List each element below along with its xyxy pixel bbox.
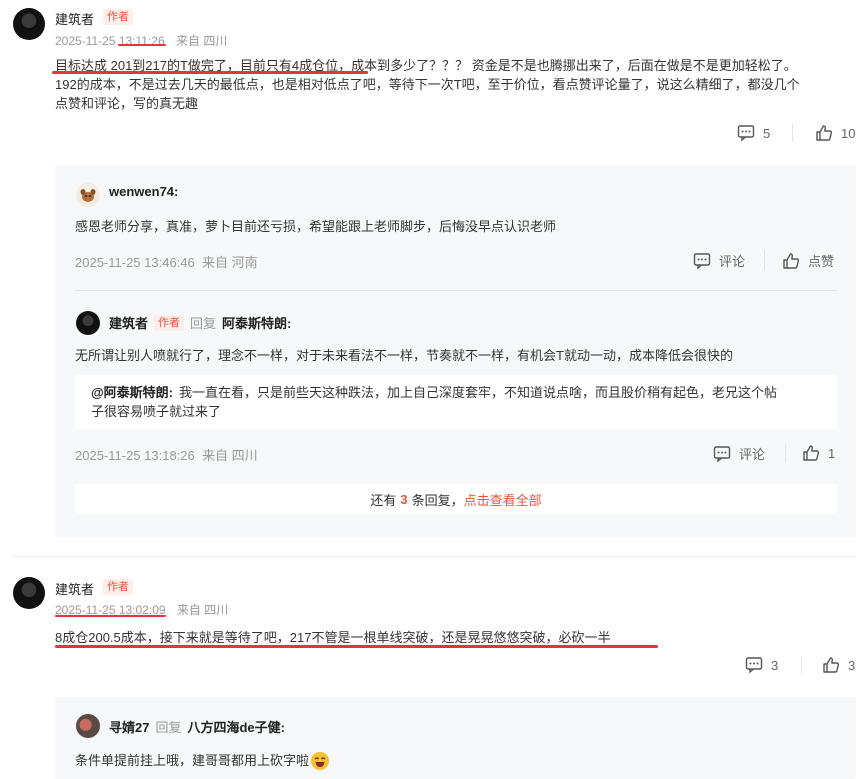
- comment-label: 评论: [719, 254, 746, 269]
- comment-text: 192的成本，不是过去几天的最低点，也是相对低点了吧，等待下一次T吧，至于价位，…: [55, 77, 800, 92]
- action-divider: [764, 251, 765, 269]
- reply-body: 条件单提前挂上哦，建哥哥都用上砍字啦: [75, 751, 330, 770]
- more-prefix: 还有: [370, 492, 397, 508]
- quote-author[interactable]: @阿泰斯特朗:: [91, 385, 173, 400]
- thumb-up-icon: [822, 656, 840, 674]
- view-all-link[interactable]: 点击查看全部: [464, 490, 542, 509]
- more-count: 3: [400, 491, 408, 507]
- like-label: 点赞: [808, 254, 835, 269]
- action-divider: [785, 444, 786, 462]
- author-badge: 作者: [154, 314, 185, 331]
- reply-target[interactable]: 阿泰斯特朗:: [222, 313, 291, 332]
- comment-divider: [13, 556, 856, 557]
- reply-meta: 2025-11-25 13:46:46 来自 河南: [75, 255, 258, 270]
- quote-line: 子很容易喷子就过来了: [91, 404, 222, 419]
- reply-like-button[interactable]: 1: [802, 444, 835, 462]
- comment-icon: [693, 252, 711, 270]
- reply-comment-button[interactable]: 评论: [713, 444, 765, 463]
- reply-author[interactable]: 建筑者: [109, 313, 148, 332]
- highlight-underline: [118, 44, 166, 46]
- comment-count: 5: [763, 125, 771, 141]
- comment-icon: [737, 124, 755, 142]
- author-avatar[interactable]: [13, 577, 45, 609]
- comment-location: 来自 四川: [176, 34, 228, 48]
- reply-text: 条件单提前挂上哦，建哥哥都用上砍字啦: [75, 753, 310, 768]
- comment-button[interactable]: 5: [737, 124, 770, 142]
- comment-icon: [745, 656, 763, 674]
- comment-date: 2025-11-25: [55, 34, 116, 48]
- reply-comment-button[interactable]: 评论: [693, 251, 745, 270]
- author-badge: 作者: [103, 579, 133, 595]
- comment-location: 来自 四川: [176, 603, 229, 617]
- like-button[interactable]: 10: [815, 124, 855, 142]
- reply-header: 建筑者 作者 回复 阿泰斯特朗:: [109, 313, 291, 332]
- comment-label: 评论: [739, 447, 766, 462]
- more-suffix: 条回复，: [411, 492, 464, 508]
- like-button[interactable]: 3: [822, 656, 855, 674]
- reply-word: 回复: [155, 720, 182, 735]
- comment-icon: [713, 445, 731, 463]
- comment-author[interactable]: 建筑者: [55, 579, 94, 598]
- reply-like-button[interactable]: 点赞: [782, 251, 834, 270]
- like-count: 3: [848, 657, 856, 673]
- thumb-up-icon: [802, 444, 820, 462]
- reply-divider: [75, 290, 837, 291]
- reply-meta: 2025-11-25 13:18:26 来自 四川: [75, 448, 258, 463]
- comment-count: 3: [771, 657, 779, 673]
- like-count: 1: [828, 445, 836, 461]
- user-avatar[interactable]: [76, 714, 100, 738]
- action-divider: [792, 124, 793, 142]
- comment-text: 点赞和评论，写的真无趣: [55, 96, 199, 111]
- quoted-text: @阿泰斯特朗: 我一直在看，只是前些天这种跌法，加上自己深度套牢，不知道说点啥，而…: [91, 383, 831, 421]
- action-divider: [801, 656, 802, 674]
- reply-author[interactable]: wenwen74:: [109, 184, 178, 199]
- reply-author[interactable]: 寻婧27: [109, 717, 149, 736]
- reply-header: 寻婧27 回复 八方四海de子健:: [109, 717, 285, 736]
- user-avatar[interactable]: [76, 183, 100, 207]
- comment-button[interactable]: 3: [745, 656, 778, 674]
- reply-text: 感恩老师分享，真准，萝卜目前还亏损，希望能跟上老师脚步，后悔没早点认识老师: [75, 219, 557, 234]
- laughing-emoji-icon: [311, 751, 330, 770]
- comment-body: 目标达成 201到217的T做完了，目前只有4成仓位，成本到多少了？？？ 资金是…: [55, 56, 855, 113]
- author-avatar[interactable]: [13, 8, 45, 40]
- author-avatar[interactable]: [76, 311, 100, 335]
- author-badge: 作者: [103, 9, 133, 25]
- highlight-underline: [55, 615, 166, 617]
- comment-meta: 2025-11-25 13:11:26 来自 四川: [55, 32, 227, 49]
- reply-text: 无所谓让别人喷就行了，理念不一样，对于未来看法不一样，节奏就不一样，有机会T就动…: [75, 348, 733, 363]
- highlight-underline: [55, 645, 658, 648]
- highlight-underline: [52, 71, 368, 74]
- thumb-up-icon: [782, 252, 800, 270]
- like-count: 10: [841, 125, 856, 141]
- comment-author[interactable]: 建筑者: [55, 9, 94, 28]
- comment-text: ，成本到多少了？？？ 资金是不是也腾挪出来了，后面在做是不是更加轻松了。: [338, 58, 797, 73]
- quote-line: 我一直在看，只是前些天这种跌法，加上自己深度套牢，不知道说点啥，而且股价稍有起色…: [179, 385, 778, 400]
- thumb-up-icon: [815, 124, 833, 142]
- reply-word: 回复: [190, 316, 217, 331]
- more-replies-bar[interactable]: 还有 3 条回复， 点击查看全部: [75, 484, 837, 514]
- reply-target[interactable]: 八方四海de子健:: [187, 717, 285, 736]
